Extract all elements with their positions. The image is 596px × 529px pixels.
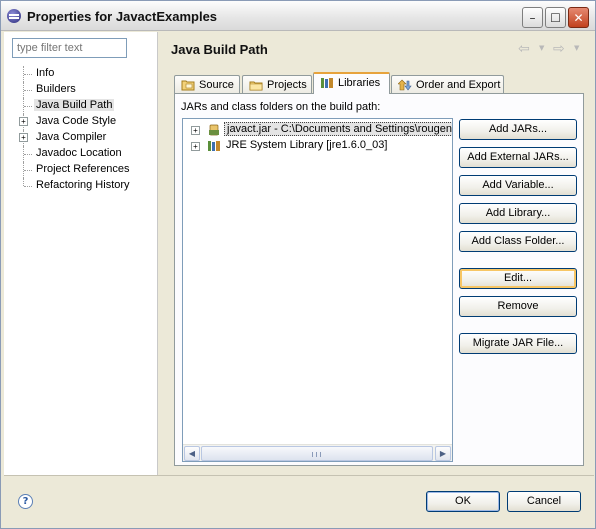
tab-projects[interactable]: Projects [242,75,312,94]
tab-source[interactable]: Source [174,75,240,94]
tree-item-java-build-path[interactable]: Java Build Path [4,98,158,114]
expand-icon[interactable]: + [19,133,28,142]
minimize-icon: – [529,10,536,25]
eclipse-icon [7,9,21,23]
tree-item-label: Java Build Path [34,99,115,111]
scroll-thumb[interactable] [201,446,433,461]
chevron-down-icon[interactable]: ▼ [539,44,544,52]
horizontal-scrollbar[interactable]: ◀ ▶ [183,444,452,461]
expand-icon[interactable]: + [191,126,200,135]
libraries-panel: JARs and class folders on the build path… [174,93,584,466]
remove-button[interactable]: Remove [459,296,577,317]
tree-item-label: Info [36,67,55,79]
jar-icon [209,124,219,136]
tree-connector [24,154,32,155]
library-label: JRE System Library [jre1.6.0_03] [226,139,388,151]
add-jars-button[interactable]: Add JARs... [459,119,577,140]
tree-connector [24,90,32,91]
libraries-icon [321,78,333,88]
tab-label: Order and Export [416,79,501,91]
tree-item-java-code-style[interactable]: + Java Code Style [4,114,158,130]
grip-icon [312,452,321,457]
tab-label: Libraries [338,77,381,89]
tree-connector [23,178,24,186]
page-title: Java Build Path [171,42,268,57]
tree-item-project-references[interactable]: Project References [4,162,158,178]
add-variable-button[interactable]: Add Variable... [459,175,577,196]
library-list[interactable]: + javact.jar - C:\Documents and Settings… [182,118,453,462]
maximize-icon: ☐ [550,10,561,25]
library-icon [208,141,220,151]
edit-button[interactable]: Edit... [459,268,577,289]
filter-input[interactable] [12,38,127,58]
tree-item-javadoc-location[interactable]: Javadoc Location [4,146,158,162]
maximize-button[interactable]: ☐ [545,7,566,28]
tab-libraries[interactable]: Libraries [313,72,390,94]
tree-connector [24,74,32,75]
source-folder-icon [181,80,195,91]
tree-item-label: Java Compiler [36,131,107,143]
list-item[interactable]: + javact.jar - C:\Documents and Settings… [183,122,452,138]
tree-item-builders[interactable]: Builders [4,82,158,98]
divider [4,475,594,476]
migrate-jar-button[interactable]: Migrate JAR File... [459,333,577,354]
add-external-jars-button[interactable]: Add External JARs... [459,147,577,168]
tree-item-label: Refactoring History [36,179,130,191]
help-icon[interactable]: ? [18,494,33,509]
tab-order-and-export[interactable]: Order and Export [391,75,504,94]
tab-label: Source [199,79,234,91]
title-bar[interactable]: Properties for JavactExamples – ☐ ✕ [1,1,595,31]
tree-item-refactoring-history[interactable]: Refactoring History [4,178,158,194]
libraries-caption: JARs and class folders on the build path… [181,101,381,113]
ok-button[interactable]: OK [426,491,500,512]
tree-item-label: Java Code Style [36,115,117,127]
library-label: javact.jar - C:\Documents and Settings\r… [224,122,452,136]
tree-item-label: Javadoc Location [36,147,122,159]
tree-item-label: Builders [36,83,76,95]
cancel-button[interactable]: Cancel [507,491,581,512]
chevron-down-icon[interactable]: ▼ [574,44,579,52]
tree-item-java-compiler[interactable]: + Java Compiler [4,130,158,146]
expand-icon[interactable]: + [19,117,28,126]
expand-icon[interactable]: + [191,142,200,151]
tree-item-label: Project References [36,163,130,175]
tree-item-info[interactable]: Info [4,66,158,82]
tree-connector [24,186,32,187]
tree-connector [24,106,32,107]
order-export-icon [398,79,412,91]
tree-connector [24,170,32,171]
close-icon: ✕ [573,10,584,25]
minimize-button[interactable]: – [522,7,543,28]
arrow-left-icon[interactable]: ⇦ [518,41,530,57]
properties-dialog: Properties for JavactExamples – ☐ ✕ Info… [0,0,596,529]
add-class-folder-button[interactable]: Add Class Folder... [459,231,577,252]
window-title: Properties for JavactExamples [27,9,218,24]
add-library-button[interactable]: Add Library... [459,203,577,224]
arrow-right-icon[interactable]: ⇨ [553,41,565,57]
tab-label: Projects [267,79,307,91]
scroll-left-icon[interactable]: ◀ [184,446,200,461]
close-button[interactable]: ✕ [568,7,589,28]
scroll-right-icon[interactable]: ▶ [435,446,451,461]
list-item[interactable]: + JRE System Library [jre1.6.0_03] [183,138,452,154]
projects-icon [249,81,263,91]
property-page-nav: Info Builders Java Build Path + Java Cod… [4,32,158,475]
